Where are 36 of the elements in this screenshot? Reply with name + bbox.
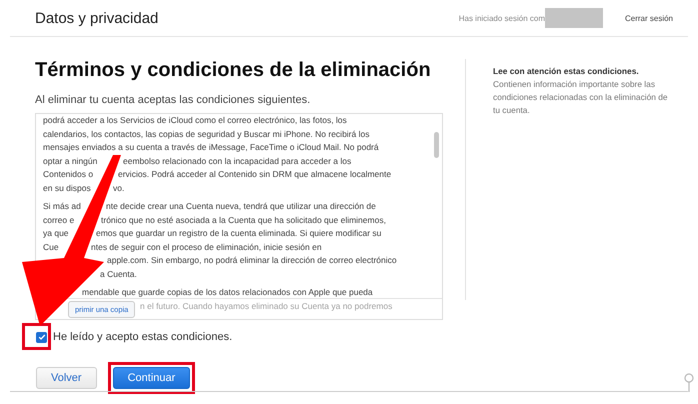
check-icon bbox=[38, 333, 46, 341]
agree-label: He leído y acepto estas condiciones. bbox=[53, 331, 232, 343]
terms-text-fragment: nte decide crear una Cuenta nueva, tendrá que utilizar una dirección de bbox=[106, 200, 376, 213]
redaction-block bbox=[544, 8, 603, 28]
signed-in-label: Has iniciado sesión com bbox=[458, 14, 545, 22]
terms-text-fragment: Contenidos o bbox=[43, 169, 94, 179]
page-title: Términos y condiciones de la eliminación bbox=[35, 59, 432, 82]
terms-text-line: mensajes enviados a su cuenta a través de iMessage, FaceTime o iCloud Mail. No podrá bbox=[43, 141, 379, 154]
terms-text-fragment: a Cuenta. bbox=[100, 268, 137, 280]
terms-text-fragment: vo. bbox=[113, 182, 124, 194]
terms-text-fragment: n el futuro. Cuando hayamos eliminado su Cuenta ya no podremos bbox=[140, 300, 392, 313]
continue-button[interactable]: Continuar bbox=[112, 367, 190, 389]
terms-text-line: calendarios, los contactos, las copias de seguridad y Buscar mi iPhone. No recibirá los bbox=[43, 128, 370, 141]
pin-icon bbox=[683, 373, 695, 393]
terms-text-fragment: trónico que no esté asociada a la Cuenta que ha solicitado que eliminemos, bbox=[101, 214, 386, 227]
sidebar-heading: Lee con atención estas condiciones. bbox=[493, 65, 640, 78]
terms-text-line: podrá acceder a los Servicios de iCloud como el correo electrónico, las fotos, los bbox=[43, 114, 347, 127]
sign-out-link[interactable]: Cerrar sesión bbox=[624, 14, 673, 22]
terms-text-fragment: ntes de seguir con el proceso de eliminación, inicie sesión en bbox=[91, 240, 322, 254]
terms-text-fragment: apple.com. Sin embargo, no podrá eliminar la dirección de correo electrónico bbox=[107, 254, 397, 267]
terms-text-fragment: mendable que guarde copias de los datos relacionados con Apple que pueda bbox=[82, 286, 373, 299]
page-header-title: Datos y privacidad bbox=[35, 10, 160, 26]
intro-text: Al eliminar tu cuenta aceptas las condiciones siguientes. bbox=[35, 94, 312, 107]
terms-text-fragment: en su dispos bbox=[43, 182, 91, 192]
terms-text-fragment: Cue bbox=[43, 242, 59, 252]
terms-text-fragment: optar a ningún bbox=[43, 156, 98, 166]
sidebar-text: Contienen información importante sobre las condiciones relacionadas con la eliminación de tu cuenta. bbox=[493, 78, 668, 117]
agree-checkbox[interactable] bbox=[36, 332, 47, 342]
terms-text-fragment: emos que guardar un registro de la cuenta eliminada. Si quiere modificar su bbox=[96, 227, 382, 240]
terms-text-fragment: ervicios. Podrá acceder al Contenido sin DRM que almacene localmente bbox=[118, 168, 392, 181]
back-button[interactable]: Volver bbox=[36, 367, 97, 389]
scrollbar-thumb[interactable] bbox=[434, 132, 439, 158]
terms-text-fragment: ya que bbox=[43, 228, 69, 238]
terms-text-fragment: Si más ad bbox=[43, 201, 81, 211]
terms-text-fragment: eembolso relacionado con la incapacidad para acceder a los bbox=[123, 154, 352, 168]
terms-text-fragment: correo e bbox=[43, 214, 74, 224]
